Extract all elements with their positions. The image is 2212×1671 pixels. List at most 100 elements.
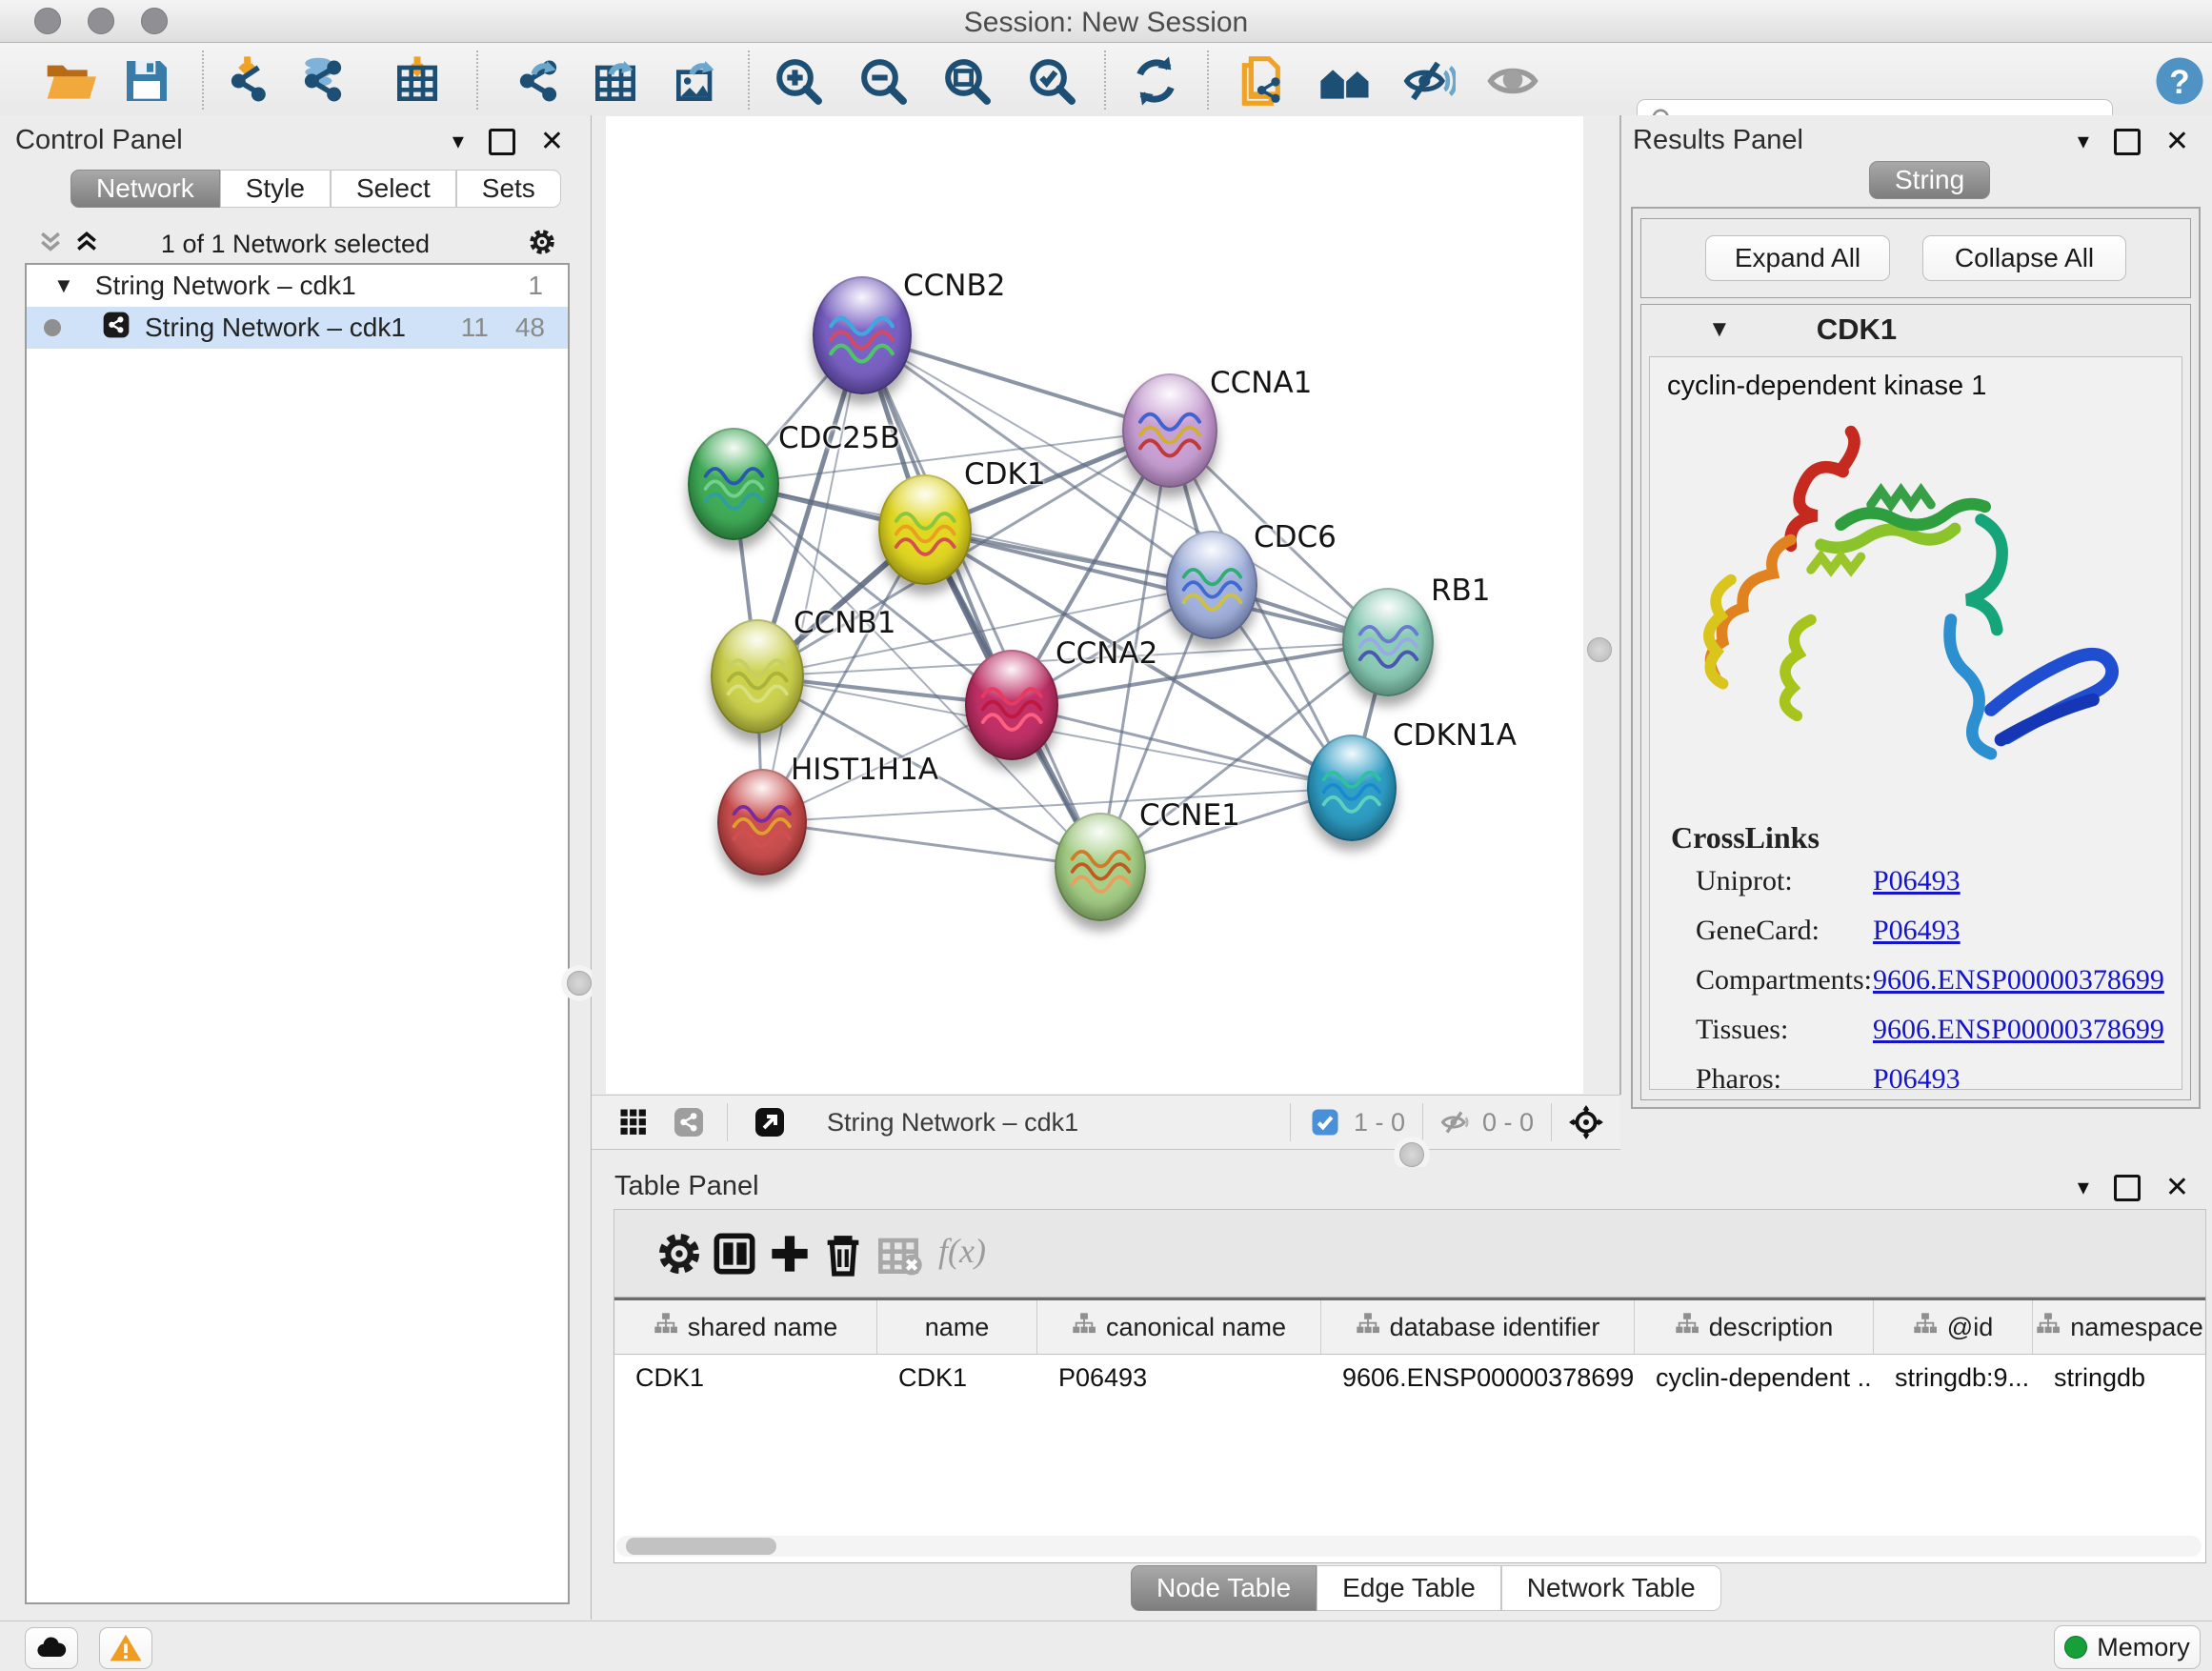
tab-network[interactable]: Network xyxy=(70,170,220,208)
export-network-icon[interactable] xyxy=(512,54,565,108)
crosslink-link[interactable]: P06493 xyxy=(1873,915,1961,947)
birdseye-icon[interactable] xyxy=(1569,1105,1603,1139)
results-panel-collapse-icon[interactable]: ▾ xyxy=(2078,131,2089,153)
crosslink-link[interactable]: P06493 xyxy=(1873,1063,1961,1090)
node-label-cdc25b: CDC25B xyxy=(778,421,900,455)
network-row[interactable]: String Network – cdk1 11 48 xyxy=(27,307,568,349)
table-cell[interactable]: 9606.ENSP00000378699 xyxy=(1321,1357,1635,1399)
results-panel-float-icon[interactable] xyxy=(2114,129,2141,155)
tab-select[interactable]: Select xyxy=(331,170,456,208)
table-cell[interactable]: P06493 xyxy=(1037,1357,1321,1399)
detach-view-icon[interactable] xyxy=(753,1105,787,1139)
collection-expand-icon[interactable]: ▼ xyxy=(53,273,74,298)
network-share-icon[interactable] xyxy=(672,1105,706,1139)
control-panel-float-icon[interactable] xyxy=(489,129,515,155)
export-table-icon[interactable] xyxy=(589,54,642,108)
table-cell[interactable]: CDK1 xyxy=(877,1357,1037,1399)
import-network-database-icon[interactable] xyxy=(296,54,350,108)
column-header-shared-name[interactable]: shared name xyxy=(614,1300,877,1354)
column-header-name[interactable]: name xyxy=(877,1300,1037,1354)
export-image-icon[interactable] xyxy=(670,54,723,108)
memory-button[interactable]: Memory xyxy=(2054,1625,2201,1669)
crosslink-link[interactable]: 9606.ENSP00000378699 xyxy=(1873,964,2164,997)
tab-network-table[interactable]: Network Table xyxy=(1501,1565,1721,1611)
collapse-all-button[interactable]: Collapse All xyxy=(1922,235,2126,281)
right-splitter[interactable] xyxy=(1583,115,1622,1095)
crosslink-row: Compartments:9606.ENSP00000378699 xyxy=(1696,964,2182,997)
column-header-namespace[interactable]: namespace xyxy=(2033,1300,2206,1354)
control-panel-close-icon[interactable]: ✕ xyxy=(540,131,564,153)
apply-layout-icon[interactable] xyxy=(1129,54,1182,108)
expand-all-button[interactable]: Expand All xyxy=(1705,235,1890,281)
selected-checkbox-icon[interactable] xyxy=(1308,1105,1342,1139)
zoom-selected-icon[interactable] xyxy=(1025,54,1078,108)
node-cdc6[interactable] xyxy=(1166,531,1257,639)
tab-sets[interactable]: Sets xyxy=(456,170,561,208)
table-cell[interactable]: CDK1 xyxy=(614,1357,877,1399)
scrollbar-thumb[interactable] xyxy=(626,1538,776,1555)
columns-icon[interactable] xyxy=(708,1227,761,1280)
table-cell[interactable]: stringdb:9... xyxy=(1874,1357,2033,1399)
zoom-in-icon[interactable] xyxy=(772,54,825,108)
tab-style[interactable]: Style xyxy=(220,170,331,208)
node-ccnb2[interactable] xyxy=(813,276,912,394)
node-ccna2[interactable] xyxy=(965,650,1058,760)
node-ccna1[interactable] xyxy=(1122,373,1217,488)
hide-selected-icon[interactable] xyxy=(1402,54,1456,108)
gear-icon[interactable] xyxy=(653,1227,706,1280)
warnings-button[interactable] xyxy=(99,1627,152,1669)
import-table-file-icon[interactable] xyxy=(391,54,444,108)
column-header-canonical-name[interactable]: canonical name xyxy=(1037,1300,1321,1354)
help-icon[interactable]: ? xyxy=(2153,54,2206,108)
duplicate-network-icon[interactable] xyxy=(1236,54,1289,108)
first-neighbors-icon[interactable] xyxy=(1318,54,1372,108)
node-cdkn1a[interactable] xyxy=(1307,735,1397,841)
crosslink-link[interactable]: P06493 xyxy=(1873,865,1961,897)
plus-icon[interactable] xyxy=(763,1227,816,1280)
grid-view-icon[interactable] xyxy=(616,1105,651,1139)
column-tree-icon xyxy=(1913,1312,1938,1343)
node-ball xyxy=(878,474,972,585)
node-cdk1[interactable] xyxy=(878,474,972,585)
show-graphics-details-icon[interactable] xyxy=(1486,54,1539,108)
tab-node-table[interactable]: Node Table xyxy=(1131,1565,1317,1611)
node-label-ccna2: CCNA2 xyxy=(1056,636,1157,671)
network-canvas[interactable]: CCNB2CCNA1CDC25BCDK1CDC6RB1CCNB1CCNA2CDK… xyxy=(606,116,1583,1094)
left-splitter-handle[interactable] xyxy=(567,971,592,996)
entry-gene-name: CDK1 xyxy=(1817,312,1897,347)
cloud-icon xyxy=(34,1631,69,1665)
entry-collapse-icon[interactable]: ▼ xyxy=(1708,316,1731,343)
table-cell[interactable]: stringdb xyxy=(2033,1357,2206,1399)
table-panel-collapse-icon[interactable]: ▾ xyxy=(2078,1177,2089,1199)
node-ball xyxy=(688,428,779,540)
node-cdc25b[interactable] xyxy=(688,428,779,540)
horizontal-scrollbar[interactable] xyxy=(616,1536,2202,1557)
right-splitter-handle[interactable] xyxy=(1587,637,1612,662)
table-panel-close-icon[interactable]: ✕ xyxy=(2165,1177,2189,1199)
zoom-fit-icon[interactable] xyxy=(940,54,994,108)
network-collection-row[interactable]: ▼ String Network – cdk1 1 xyxy=(27,265,568,307)
table-panel-float-icon[interactable] xyxy=(2114,1175,2141,1201)
crosslink-link[interactable]: 9606.ENSP00000378699 xyxy=(1873,1014,2164,1046)
trash-icon[interactable] xyxy=(816,1227,870,1280)
open-session-icon[interactable] xyxy=(43,54,96,108)
table-cell[interactable]: cyclin-dependent ... xyxy=(1635,1357,1874,1399)
bottom-splitter-handle[interactable] xyxy=(1399,1142,1424,1167)
node-ccnb1[interactable] xyxy=(711,619,804,734)
results-panel-close-icon[interactable]: ✕ xyxy=(2165,131,2189,153)
node-label-ccna1: CCNA1 xyxy=(1210,366,1312,400)
column-header-description[interactable]: description xyxy=(1635,1300,1874,1354)
tab-edge-table[interactable]: Edge Table xyxy=(1317,1565,1501,1611)
zoom-out-icon[interactable] xyxy=(856,54,910,108)
cloud-button[interactable] xyxy=(25,1627,78,1669)
node-ccne1[interactable] xyxy=(1055,813,1146,921)
network-view-panel: CCNB2CCNA1CDC25BCDK1CDC6RB1CCNB1CCNA2CDK… xyxy=(592,115,1620,1167)
save-session-icon[interactable] xyxy=(120,54,173,108)
network-options-gear-icon[interactable] xyxy=(526,226,558,263)
node-rb1[interactable] xyxy=(1342,588,1434,696)
column-header--id[interactable]: @id xyxy=(1874,1300,2033,1354)
control-panel-collapse-icon[interactable]: ▾ xyxy=(452,131,464,153)
tab-string[interactable]: String xyxy=(1869,161,1990,199)
import-network-file-icon[interactable] xyxy=(223,54,276,108)
column-header-database-identifier[interactable]: database identifier xyxy=(1321,1300,1635,1354)
